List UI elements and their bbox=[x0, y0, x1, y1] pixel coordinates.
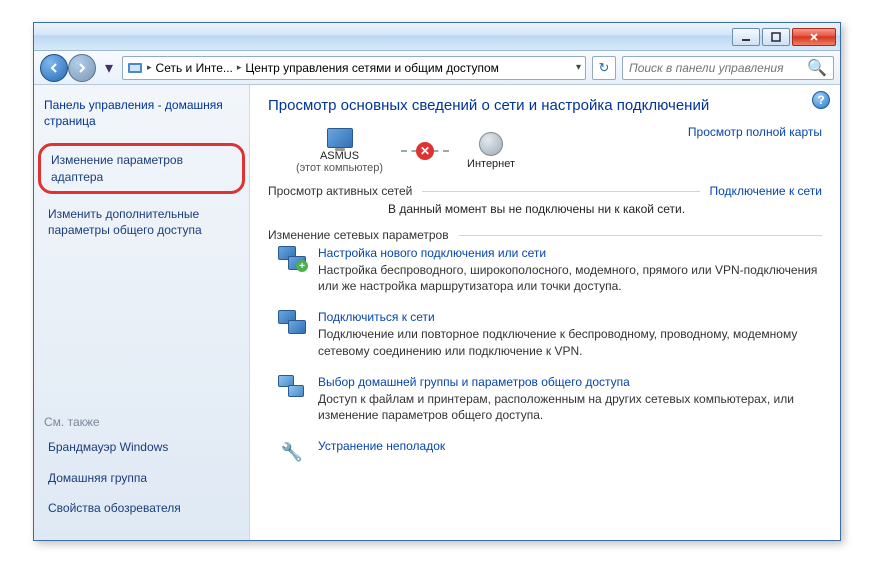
page-title: Просмотр основных сведений о сети и наст… bbox=[268, 97, 822, 114]
connect-network-icon bbox=[278, 310, 306, 336]
refresh-button[interactable]: ↻ bbox=[592, 56, 616, 80]
search-box[interactable]: 🔍 bbox=[622, 56, 834, 80]
address-dropdown-icon[interactable]: ▾ bbox=[576, 62, 581, 73]
task-new-connection[interactable]: + Настройка нового подключения или сети … bbox=[278, 246, 822, 294]
no-connection-note: В данный момент вы не подключены ни к ка… bbox=[388, 202, 822, 216]
task-homegroup[interactable]: Выбор домашней группы и параметров общег… bbox=[278, 375, 822, 423]
forward-button[interactable] bbox=[68, 54, 96, 82]
sidebar-firewall[interactable]: Брандмауэр Windows bbox=[44, 437, 239, 457]
content-area: Панель управления - домашняя страница Из… bbox=[34, 85, 840, 540]
sidebar: Панель управления - домашняя страница Из… bbox=[34, 85, 250, 540]
address-bar[interactable]: ▸ Сеть и Инте... ▸ Центр управления сетя… bbox=[122, 56, 586, 80]
breadcrumb-network[interactable]: Сеть и Инте... bbox=[156, 61, 233, 75]
sidebar-adapter-settings[interactable]: Изменение параметров адаптера bbox=[38, 143, 245, 193]
connect-to-network-link[interactable]: Подключение к сети bbox=[710, 184, 822, 198]
change-settings-heading: Изменение сетевых параметров bbox=[268, 228, 449, 242]
task-description: Настройка беспроводного, широкополосного… bbox=[318, 262, 822, 294]
task-title: Настройка нового подключения или сети bbox=[318, 246, 822, 260]
divider bbox=[459, 235, 822, 236]
homegroup-icon bbox=[278, 375, 306, 401]
close-button[interactable] bbox=[792, 28, 836, 46]
divider bbox=[422, 191, 699, 192]
disconnected-icon: ✕ bbox=[416, 142, 434, 160]
search-icon: 🔍 bbox=[807, 58, 827, 78]
task-description: Подключение или повторное подключение к … bbox=[318, 326, 822, 358]
navigation-bar: ▾ ▸ Сеть и Инте... ▸ Центр управления се… bbox=[34, 51, 840, 85]
see-also-heading: См. также bbox=[44, 415, 239, 429]
minimize-button[interactable] bbox=[732, 28, 760, 46]
help-icon[interactable]: ? bbox=[812, 91, 830, 109]
sidebar-browser-properties[interactable]: Свойства обозревателя bbox=[44, 498, 239, 518]
troubleshoot-icon: 🔧 bbox=[278, 439, 306, 465]
task-title: Подключиться к сети bbox=[318, 310, 822, 324]
task-title: Выбор домашней группы и параметров общег… bbox=[318, 375, 822, 389]
node-internet-label: Интернет bbox=[467, 158, 515, 170]
chevron-right-icon: ▸ bbox=[237, 62, 242, 73]
task-title: Устранение неполадок bbox=[318, 439, 822, 453]
active-networks-section: Просмотр активных сетей Подключение к се… bbox=[268, 184, 822, 216]
view-full-map-link[interactable]: Просмотр полной карты bbox=[688, 125, 822, 139]
control-panel-icon bbox=[127, 60, 143, 76]
node-this-computer: ASMUS (этот компьютер) bbox=[296, 128, 383, 174]
nav-history-dropdown[interactable]: ▾ bbox=[102, 57, 116, 79]
node-internet: Интернет bbox=[467, 132, 515, 170]
change-settings-section: Изменение сетевых параметров + Настройка… bbox=[268, 228, 822, 465]
task-troubleshoot[interactable]: 🔧 Устранение неполадок bbox=[278, 439, 822, 465]
control-panel-home-link[interactable]: Панель управления - домашняя страница bbox=[44, 97, 239, 129]
node-pc-label: ASMUS bbox=[320, 150, 359, 162]
explorer-window: ▾ ▸ Сеть и Инте... ▸ Центр управления се… bbox=[33, 22, 841, 541]
node-pc-sublabel: (этот компьютер) bbox=[296, 162, 383, 174]
back-button[interactable] bbox=[40, 54, 68, 82]
computer-icon bbox=[327, 128, 353, 148]
new-connection-icon: + bbox=[278, 246, 306, 272]
globe-icon bbox=[479, 132, 503, 156]
connection-line: ✕ bbox=[401, 150, 449, 152]
titlebar bbox=[34, 23, 840, 51]
task-connect-network[interactable]: Подключиться к сети Подключение или повт… bbox=[278, 310, 822, 358]
main-panel: ? Просмотр основных сведений о сети и на… bbox=[250, 85, 840, 540]
maximize-button[interactable] bbox=[762, 28, 790, 46]
breadcrumb-current[interactable]: Центр управления сетями и общим доступом bbox=[245, 61, 499, 75]
active-networks-heading: Просмотр активных сетей bbox=[268, 184, 412, 198]
search-input[interactable] bbox=[629, 61, 803, 75]
sidebar-sharing-settings[interactable]: Изменить дополнительные параметры общего… bbox=[44, 204, 239, 240]
sidebar-homegroup[interactable]: Домашняя группа bbox=[44, 468, 239, 488]
task-description: Доступ к файлам и принтерам, расположенн… bbox=[318, 391, 822, 423]
chevron-right-icon: ▸ bbox=[147, 62, 152, 73]
